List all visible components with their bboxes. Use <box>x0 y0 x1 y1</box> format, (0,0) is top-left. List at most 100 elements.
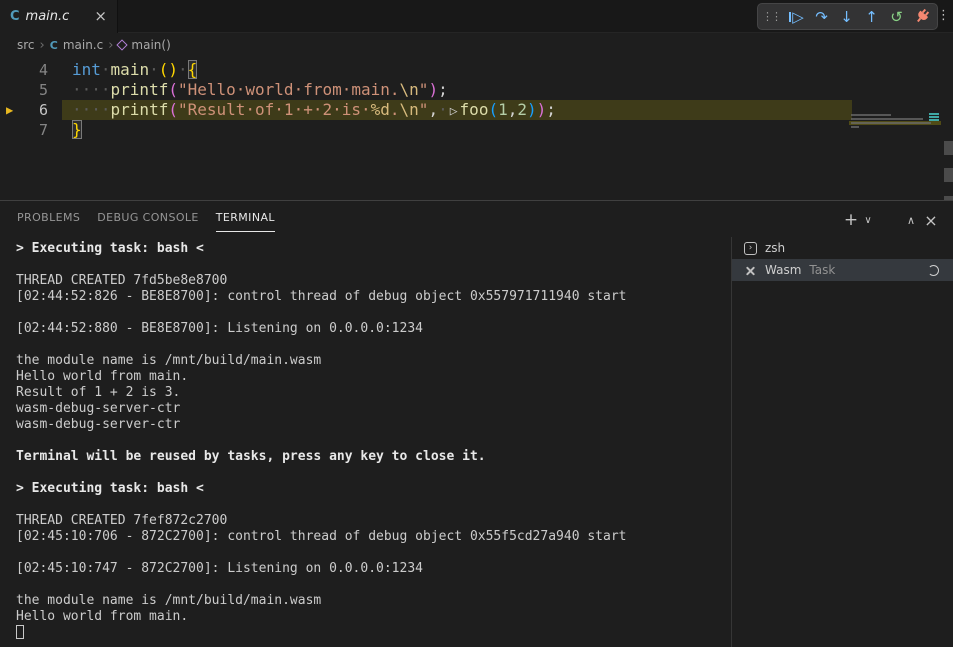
terminal-sidebar-list: › zsh Wasm Task <box>732 237 953 281</box>
run-triangle-icon[interactable]: ▷ <box>448 104 460 119</box>
vscode-window: C main.c × ⋮⋮ ▷ ↷ ↓ ↑ ↺ ⋮ src › Cmain.c › main()… <box>0 0 953 647</box>
terminal-line <box>16 433 730 449</box>
line-number: 6 <box>0 100 48 120</box>
terminal-item-label: zsh <box>765 241 785 255</box>
minimap-decoration <box>929 119 939 121</box>
restart-button[interactable]: ↺ <box>884 5 909 28</box>
terminal-output[interactable]: > Executing task: bash < THREAD CREATED … <box>0 237 730 647</box>
panel-tabs: PROBLEMS DEBUG CONSOLE TERMINAL <box>17 211 275 232</box>
terminal-line: the module name is /mnt/build/main.wasm <box>16 353 730 369</box>
minimap-decoration <box>929 113 939 115</box>
minimap-line <box>851 118 923 120</box>
terminal-line: [02:44:52:826 - BE8E8700]: control threa… <box>16 289 730 305</box>
code-text: ····printf("Result·of·1·+·2·is·%d.\n",·▷… <box>72 100 556 122</box>
more-actions-icon[interactable]: ⋮ <box>937 8 950 23</box>
minimap-line <box>851 122 931 124</box>
tab-close-icon[interactable]: × <box>94 9 107 24</box>
code-text: } <box>72 120 82 140</box>
breadcrumb: src › Cmain.c › main() <box>0 34 953 56</box>
c-file-icon: C <box>50 39 58 52</box>
terminal-sidebar: › zsh Wasm Task <box>731 237 953 647</box>
terminal-line: wasm-debug-server-ctr <box>16 401 730 417</box>
terminal-line: [02:45:10:706 - 872C2700]: control threa… <box>16 529 730 545</box>
minimap[interactable] <box>849 113 941 191</box>
continue-button[interactable]: ▷ <box>784 5 809 28</box>
terminal-line: Terminal will be reused by tasks, press … <box>16 449 730 465</box>
code-text: ····printf("Hello·world·from·main.\n"); <box>72 80 448 100</box>
terminal-dropdown-icon[interactable]: ∨ <box>861 215 875 226</box>
terminal-item-detail: Task <box>809 263 835 277</box>
terminal-line: Hello world from main. <box>16 369 730 385</box>
terminal-line <box>16 305 730 321</box>
chevron-right-icon: › <box>108 38 113 53</box>
breadcrumb-item[interactable]: src <box>17 38 35 52</box>
terminal-list-item-wasm[interactable]: Wasm Task <box>732 259 953 281</box>
new-terminal-icon[interactable]: + <box>841 210 861 230</box>
tab-bar: C main.c × ⋮⋮ ▷ ↷ ↓ ↑ ↺ ⋮ <box>0 0 953 33</box>
terminal-list-item-zsh[interactable]: › zsh <box>732 237 953 259</box>
step-out-icon: ↑ <box>865 8 878 26</box>
terminal-line: > Executing task: bash < <box>16 241 730 257</box>
step-out-button[interactable]: ↑ <box>859 5 884 28</box>
panel-tab-debug-console[interactable]: DEBUG CONSOLE <box>97 211 199 232</box>
debug-toolbar-buttons: ▷ ↷ ↓ ↑ ↺ <box>784 5 934 28</box>
chevron-right-icon: › <box>40 38 45 53</box>
terminal-line: [02:44:52:880 - BE8E8700]: Listening on … <box>16 321 730 337</box>
continue-icon: ▷ <box>792 8 804 26</box>
scrollbar-mark <box>944 141 953 155</box>
terminal-line: THREAD CREATED 7fef872c2700 <box>16 513 730 529</box>
minimap-line <box>851 126 859 128</box>
terminal-line <box>16 337 730 353</box>
minimap-decoration <box>929 116 939 118</box>
breadcrumb-item[interactable]: main.c <box>63 38 103 52</box>
step-over-button[interactable]: ↷ <box>809 5 834 28</box>
disconnect-button[interactable] <box>909 5 934 28</box>
tab-label: main.c <box>26 9 70 24</box>
disconnect-icon <box>911 6 931 26</box>
bottom-panel: PROBLEMS DEBUG CONSOLE TERMINAL +∨ ∧× > Exe… <box>0 200 953 647</box>
panel-tab-terminal[interactable]: TERMINAL <box>216 211 275 232</box>
minimap-line <box>851 114 891 116</box>
terminal-cursor <box>16 625 24 639</box>
terminal-line <box>16 577 730 593</box>
close-panel-icon[interactable]: × <box>921 211 941 230</box>
terminal-line <box>16 465 730 481</box>
terminal-item-label: Wasm <box>765 263 801 277</box>
code-line-7: 7} <box>0 120 953 140</box>
restart-icon: ↺ <box>890 8 903 26</box>
panel-actions: +∨ ∧× <box>841 210 941 230</box>
terminal-line: > Executing task: bash < <box>16 481 730 497</box>
code-text: int·main·()·{ <box>72 60 197 80</box>
terminal-line <box>16 257 730 273</box>
terminal-line: Result of 1 + 2 is 3. <box>16 385 730 401</box>
loading-spinner-icon <box>928 265 939 276</box>
line-number: 5 <box>0 80 48 100</box>
code-line-4: 4 int·main·()·{ <box>0 60 953 80</box>
terminal-line: wasm-debug-server-ctr <box>16 417 730 433</box>
line-number: 7 <box>0 120 48 140</box>
tools-icon <box>744 264 757 277</box>
code-line-6: ▶6····printf("Result·of·1·+·2·is·%d.\n",… <box>0 100 953 120</box>
maximize-panel-icon[interactable]: ∧ <box>901 214 921 227</box>
tab-main-c[interactable]: C main.c × <box>0 0 118 33</box>
step-into-icon: ↓ <box>840 8 853 26</box>
terminal-line <box>16 625 730 641</box>
symbol-method-icon <box>117 39 128 50</box>
terminal-line: THREAD CREATED 7fd5be8e8700 <box>16 273 730 289</box>
line-number: 4 <box>0 60 48 80</box>
debug-toolbar: ⋮⋮ ▷ ↷ ↓ ↑ ↺ <box>757 3 938 30</box>
scrollbar-mark <box>944 168 953 182</box>
editor[interactable]: 4 int·main·()·{ 5 ····printf("Hello·world·f… <box>0 56 953 200</box>
terminal-line: the module name is /mnt/build/main.wasm <box>16 593 730 609</box>
breadcrumb-item[interactable]: main() <box>131 38 170 52</box>
toolbar-grip-handle[interactable]: ⋮⋮ <box>761 10 784 23</box>
terminal-line: [02:45:10:747 - 872C2700]: Listening on … <box>16 561 730 577</box>
panel-tab-problems[interactable]: PROBLEMS <box>17 211 80 232</box>
step-into-button[interactable]: ↓ <box>834 5 859 28</box>
terminal-line: Hello world from main. <box>16 609 730 625</box>
terminal-icon: › <box>744 242 757 255</box>
c-file-icon: C <box>10 9 20 24</box>
code-line-5: 5 ····printf("Hello·world·from·main.\n"); <box>0 80 953 100</box>
step-over-icon: ↷ <box>815 8 828 26</box>
terminal-line <box>16 545 730 561</box>
